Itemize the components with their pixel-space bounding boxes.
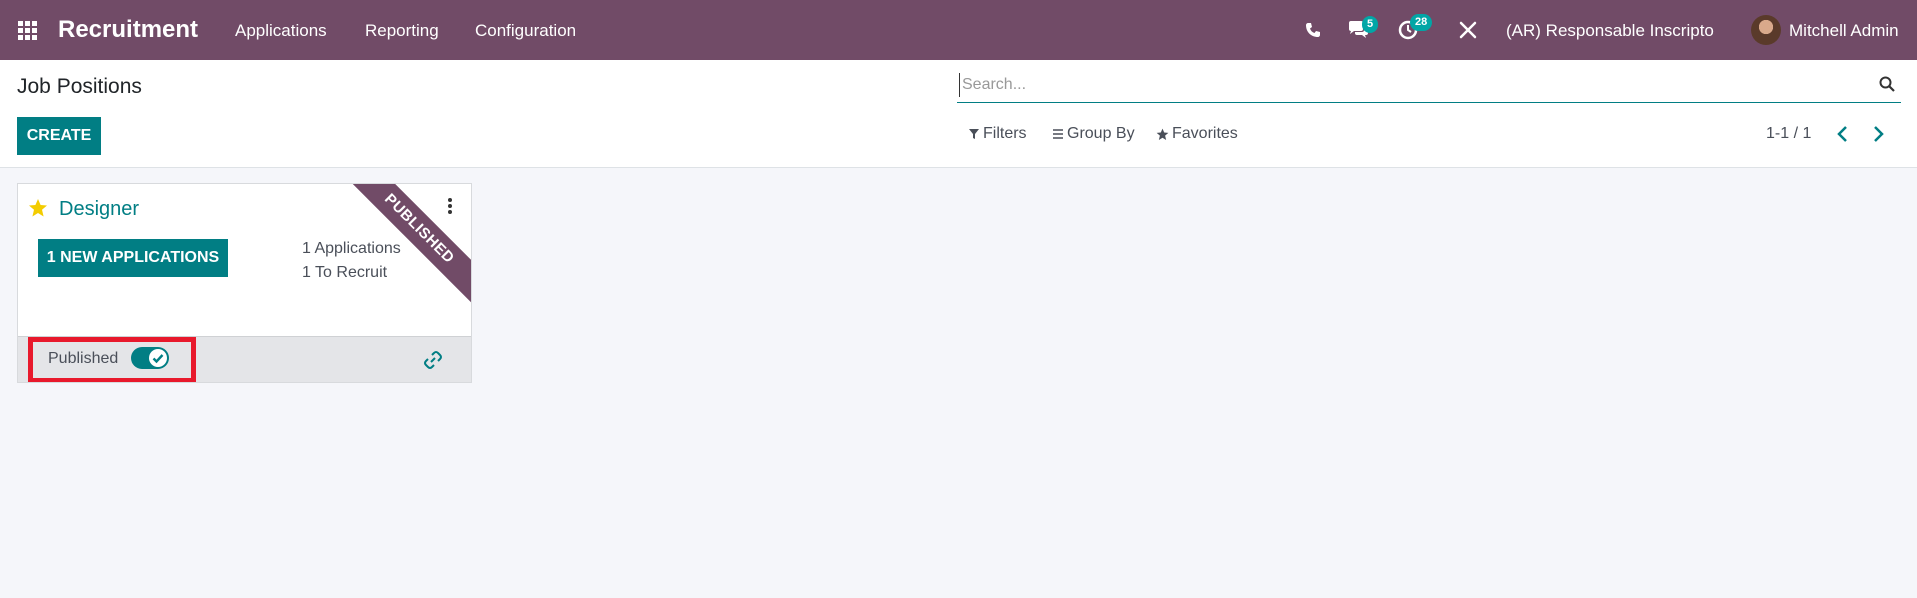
favorite-star-icon[interactable] [28, 198, 48, 218]
menu-reporting[interactable]: Reporting [365, 21, 439, 41]
activities-count-badge: 28 [1410, 14, 1433, 31]
toggle-knob [149, 349, 167, 367]
apps-menu-icon[interactable] [18, 21, 38, 40]
new-applications-button[interactable]: 1 NEW APPLICATIONS [38, 239, 228, 277]
group-by-label: Group By [1067, 125, 1135, 142]
menu-applications[interactable]: Applications [235, 21, 327, 41]
page-title: Job Positions [17, 75, 142, 98]
published-toggle[interactable] [131, 347, 169, 369]
company-switcher[interactable]: (AR) Responsable Inscripto [1506, 21, 1714, 41]
check-icon [152, 354, 164, 364]
search-icon[interactable] [1879, 76, 1895, 92]
card-menu-dots-icon[interactable] [445, 197, 455, 215]
job-name[interactable]: Designer [59, 198, 139, 221]
app-brand[interactable]: Recruitment [58, 16, 198, 44]
search-input[interactable] [959, 73, 1849, 97]
filter-icon [969, 129, 979, 139]
favorites-label: Favorites [1172, 125, 1238, 142]
phone-icon[interactable] [1305, 22, 1321, 38]
search-box [957, 67, 1901, 103]
job-kanban-card[interactable]: Designer PUBLISHED 1 NEW APPLICATIONS 1 … [17, 183, 472, 383]
group-by-button[interactable]: Group By [1052, 125, 1135, 143]
messages-count-badge: 5 [1362, 16, 1379, 33]
top-navbar: Recruitment Applications Reporting Confi… [0, 0, 1917, 60]
card-footer: Published [18, 336, 471, 382]
user-menu[interactable]: Mitchell Admin [1789, 21, 1899, 41]
filters-label: Filters [983, 125, 1027, 142]
group-by-icon [1053, 129, 1063, 139]
pager-next-icon[interactable] [1868, 124, 1888, 144]
pager-value[interactable]: 1-1 / 1 [1766, 125, 1811, 143]
applications-count-link[interactable]: 1 Applications [302, 240, 401, 258]
published-label: Published [48, 350, 119, 367]
favorites-button[interactable]: Favorites [1156, 125, 1238, 143]
create-button[interactable]: CREATE [17, 117, 101, 155]
debug-tools-icon[interactable] [1459, 21, 1477, 39]
menu-configuration[interactable]: Configuration [475, 21, 576, 41]
to-recruit-count[interactable]: 1 To Recruit [302, 264, 387, 282]
filters-button[interactable]: Filters [968, 125, 1027, 143]
user-avatar[interactable] [1751, 15, 1781, 45]
favorites-star-icon [1156, 128, 1169, 140]
link-icon[interactable] [423, 350, 443, 370]
control-panel: Job Positions CREATE Filters Group By Fa… [0, 60, 1917, 168]
pager-previous-icon[interactable] [1833, 124, 1853, 144]
